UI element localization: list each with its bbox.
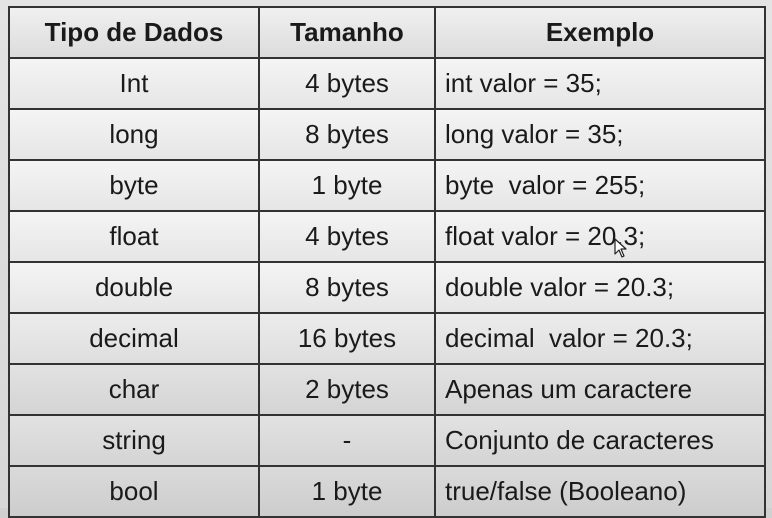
header-row: Tipo de Dados Tamanho Exemplo — [8, 6, 766, 59]
example-cell: long valor = 35; — [434, 108, 766, 161]
mouse-pointer-icon — [614, 238, 627, 258]
example-cell: Apenas um caractere — [434, 363, 766, 416]
size-cell: 8 bytes — [258, 108, 436, 161]
example-cell: true/false (Booleano) — [434, 465, 766, 518]
type-cell: float — [8, 210, 260, 263]
size-cell: - — [258, 414, 436, 467]
size-cell: 1 byte — [258, 465, 436, 518]
example-cell: float valor = 20.3; — [434, 210, 766, 263]
header-type: Tipo de Dados — [8, 6, 260, 59]
table-row: long 8 bytes long valor = 35; — [8, 108, 766, 161]
header-size: Tamanho — [258, 6, 436, 59]
example-cell: byte valor = 255; — [434, 159, 766, 212]
table-row: byte 1 byte byte valor = 255; — [8, 159, 766, 212]
type-cell: bool — [8, 465, 260, 518]
type-cell: char — [8, 363, 260, 416]
size-cell: 1 byte — [258, 159, 436, 212]
example-cell: int valor = 35; — [434, 57, 766, 110]
table-row: decimal 16 bytes decimal valor = 20.3; — [8, 312, 766, 365]
type-cell: decimal — [8, 312, 260, 365]
example-cell: Conjunto de caracteres — [434, 414, 766, 467]
data-types-table: Tipo de Dados Tamanho Exemplo Int 4 byte… — [8, 6, 766, 518]
type-cell: string — [8, 414, 260, 467]
type-cell: byte — [8, 159, 260, 212]
size-cell: 2 bytes — [258, 363, 436, 416]
table-row: double 8 bytes double valor = 20.3; — [8, 261, 766, 314]
slide-frame: Tipo de Dados Tamanho Exemplo Int 4 byte… — [0, 0, 772, 518]
table-row: Int 4 bytes int valor = 35; — [8, 57, 766, 110]
type-cell: long — [8, 108, 260, 161]
example-cell: double valor = 20.3; — [434, 261, 766, 314]
header-example: Exemplo — [434, 6, 766, 59]
type-cell: Int — [8, 57, 260, 110]
example-cell: decimal valor = 20.3; — [434, 312, 766, 365]
size-cell: 4 bytes — [258, 57, 436, 110]
size-cell: 8 bytes — [258, 261, 436, 314]
size-cell: 4 bytes — [258, 210, 436, 263]
table-row: string - Conjunto de caracteres — [8, 414, 766, 467]
table-row: char 2 bytes Apenas um caractere — [8, 363, 766, 416]
table-row: float 4 bytes float valor = 20.3; — [8, 210, 766, 263]
table-row: bool 1 byte true/false (Booleano) — [8, 465, 766, 518]
type-cell: double — [8, 261, 260, 314]
size-cell: 16 bytes — [258, 312, 436, 365]
